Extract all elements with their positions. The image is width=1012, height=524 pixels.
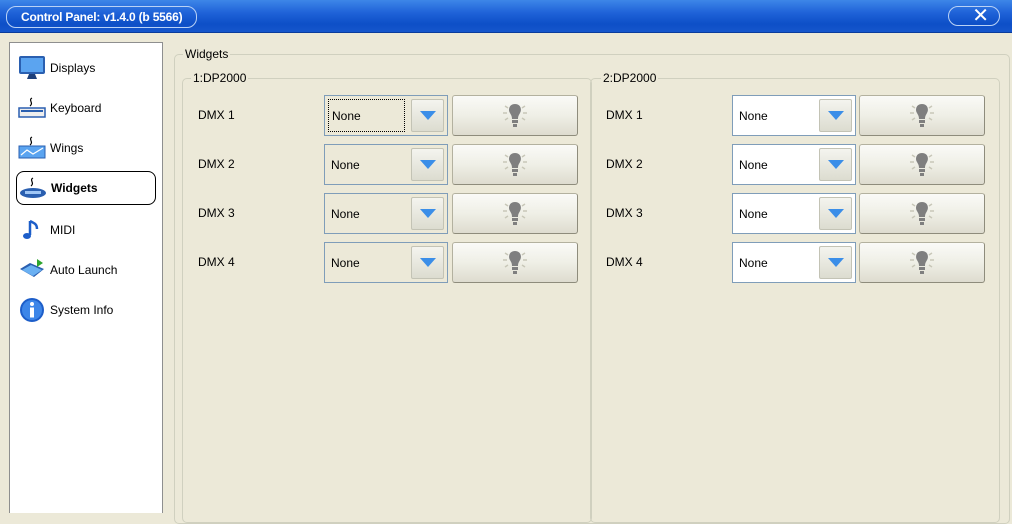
dmx-universe-select[interactable]: None [732,242,856,283]
dropdown-button[interactable] [819,99,852,132]
identify-button[interactable] [452,193,578,234]
lightbulb-icon [503,251,527,274]
dropdown-button[interactable] [411,197,444,230]
identify-button[interactable] [452,242,578,283]
dmx-universe-select[interactable]: None [324,95,448,136]
sidebar-item-midi[interactable]: MIDI [16,213,156,247]
select-value: None [739,109,768,123]
lightbulb-icon [503,104,527,127]
select-value: None [739,158,768,172]
dmx-label: DMX 3 [606,206,643,220]
sidebar-item-displays[interactable]: Displays [16,51,156,85]
sidebar-item-label: Widgets [51,181,98,195]
dmx-label: DMX 1 [198,108,235,122]
identify-button[interactable] [859,95,985,136]
wing-icon [16,133,48,163]
chevron-down-icon [420,160,436,169]
identify-button[interactable] [452,144,578,185]
close-button[interactable]: ✕ [948,6,1000,26]
dropdown-button[interactable] [411,99,444,132]
sidebar: Displays Keyboard Wings Widgets MIDI Aut… [9,42,163,513]
chevron-down-icon [828,160,844,169]
dropdown-button[interactable] [411,246,444,279]
select-value: None [331,158,360,172]
auto-launch-icon [16,255,48,285]
dropdown-button[interactable] [819,246,852,279]
sidebar-item-widgets[interactable]: Widgets [16,171,156,205]
sidebar-item-label: Wings [50,141,84,155]
select-value: None [331,207,360,221]
widget-icon [17,173,49,203]
sidebar-item-label: System Info [50,303,114,317]
select-value: None [739,256,768,270]
sidebar-item-label: Keyboard [50,101,102,115]
dmx-universe-select[interactable]: None [732,144,856,185]
lightbulb-icon [910,251,934,274]
sidebar-item-label: Displays [50,61,96,75]
dmx-label: DMX 4 [606,255,643,269]
sidebar-item-wings[interactable]: Wings [16,131,156,165]
dmx-label: DMX 1 [606,108,643,122]
identify-button[interactable] [859,193,985,234]
dmx-label: DMX 4 [198,255,235,269]
identify-button[interactable] [859,242,985,283]
info-icon [16,295,48,325]
lightbulb-icon [910,202,934,225]
chevron-down-icon [420,209,436,218]
select-value: None [328,99,405,132]
dropdown-button[interactable] [411,148,444,181]
dropdown-button[interactable] [819,197,852,230]
sidebar-item-keyboard[interactable]: Keyboard [16,91,156,125]
monitor-icon [16,53,48,83]
lightbulb-icon [503,153,527,176]
dmx-label: DMX 2 [198,157,235,171]
dmx-universe-select[interactable]: None [732,193,856,234]
select-value: None [331,256,360,270]
dmx-label: DMX 2 [606,157,643,171]
chevron-down-icon [420,258,436,267]
device-group-2-title: 2:DP2000 [601,71,659,85]
chevron-down-icon [828,258,844,267]
dmx-universe-select[interactable]: None [324,193,448,234]
identify-button[interactable] [452,95,578,136]
window-title: Control Panel: v1.4.0 (b 5566) [6,6,198,28]
lightbulb-icon [910,153,934,176]
device-group-1-title: 1:DP2000 [191,71,249,85]
dropdown-button[interactable] [819,148,852,181]
lightbulb-icon [503,202,527,225]
control-panel-window: Control Panel: v1.4.0 (b 5566) ✕ Display… [0,0,1012,524]
sidebar-item-label: Auto Launch [50,263,118,277]
sidebar-item-auto-launch[interactable]: Auto Launch [16,253,156,287]
sidebar-item-label: MIDI [50,223,76,237]
chevron-down-icon [828,209,844,218]
dmx-universe-select[interactable]: None [732,95,856,136]
sidebar-item-system-info[interactable]: System Info [16,293,156,327]
music-note-icon [16,215,48,245]
title-bar[interactable]: Control Panel: v1.4.0 (b 5566) ✕ [0,0,1012,33]
dmx-universe-select[interactable]: None [324,242,448,283]
identify-button[interactable] [859,144,985,185]
dmx-label: DMX 3 [198,206,235,220]
close-icon: ✕ [972,5,989,27]
widgets-group-title: Widgets [183,47,231,61]
chevron-down-icon [828,111,844,120]
dmx-universe-select[interactable]: None [324,144,448,185]
lightbulb-icon [910,104,934,127]
chevron-down-icon [420,111,436,120]
select-value: None [739,207,768,221]
keyboard-icon [16,93,48,123]
